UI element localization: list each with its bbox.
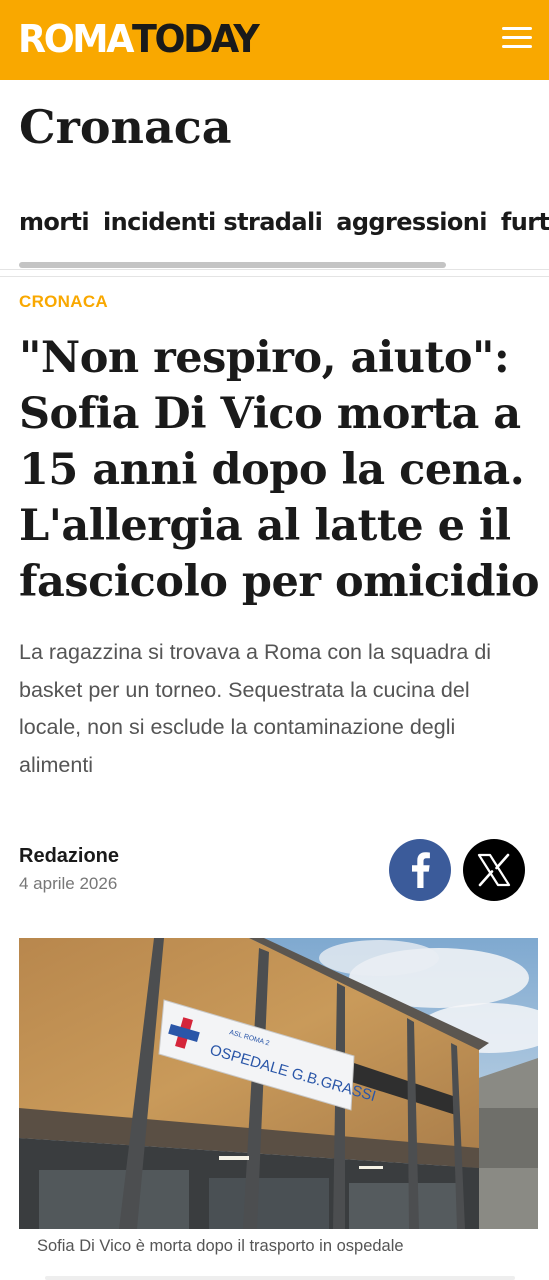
divider <box>0 269 549 270</box>
article-headline: "Non respiro, aiuto": Sofia Di Vico mort… <box>19 333 540 607</box>
tag-incidenti-stradali[interactable]: incidenti stradali <box>103 208 323 236</box>
top-header-bar: ROMA TODAY <box>0 0 549 80</box>
article-summary: La ragazzina si trovava a Roma con la sq… <box>19 640 492 777</box>
logo-today-text: TODAY <box>132 17 260 61</box>
tag-aggressioni[interactable]: aggressioni <box>336 208 487 236</box>
romatoday-logo[interactable]: ROMA TODAY <box>18 14 260 64</box>
image-caption: Sofia Di Vico è morta dopo il trasporto … <box>37 1237 404 1255</box>
article-category-label[interactable]: CRONACA <box>19 292 108 312</box>
hamburger-menu-icon[interactable] <box>500 24 534 52</box>
x-twitter-icon <box>477 853 511 887</box>
bottom-divider <box>45 1276 515 1280</box>
facebook-icon <box>412 852 430 888</box>
share-facebook-button[interactable] <box>389 839 451 901</box>
logo-roma-text: ROMA <box>18 17 134 61</box>
article-date: 4 aprile 2026 <box>19 874 118 893</box>
divider <box>0 276 549 277</box>
topic-tags-nav: morti incidenti stradali aggressioni furti <box>19 208 549 248</box>
tag-morti[interactable]: morti <box>19 208 90 236</box>
section-title: Cronaca <box>19 100 232 154</box>
tags-scrollbar[interactable] <box>19 262 446 268</box>
tag-furti[interactable]: furti <box>501 208 549 236</box>
article-author[interactable]: Redazione <box>19 845 119 868</box>
hospital-building-photo: ASL ROMA 2 OSPEDALE G.B.GRASSI <box>19 938 538 1229</box>
share-x-button[interactable] <box>463 839 525 901</box>
article-image[interactable]: ASL ROMA 2 OSPEDALE G.B.GRASSI <box>19 938 538 1229</box>
